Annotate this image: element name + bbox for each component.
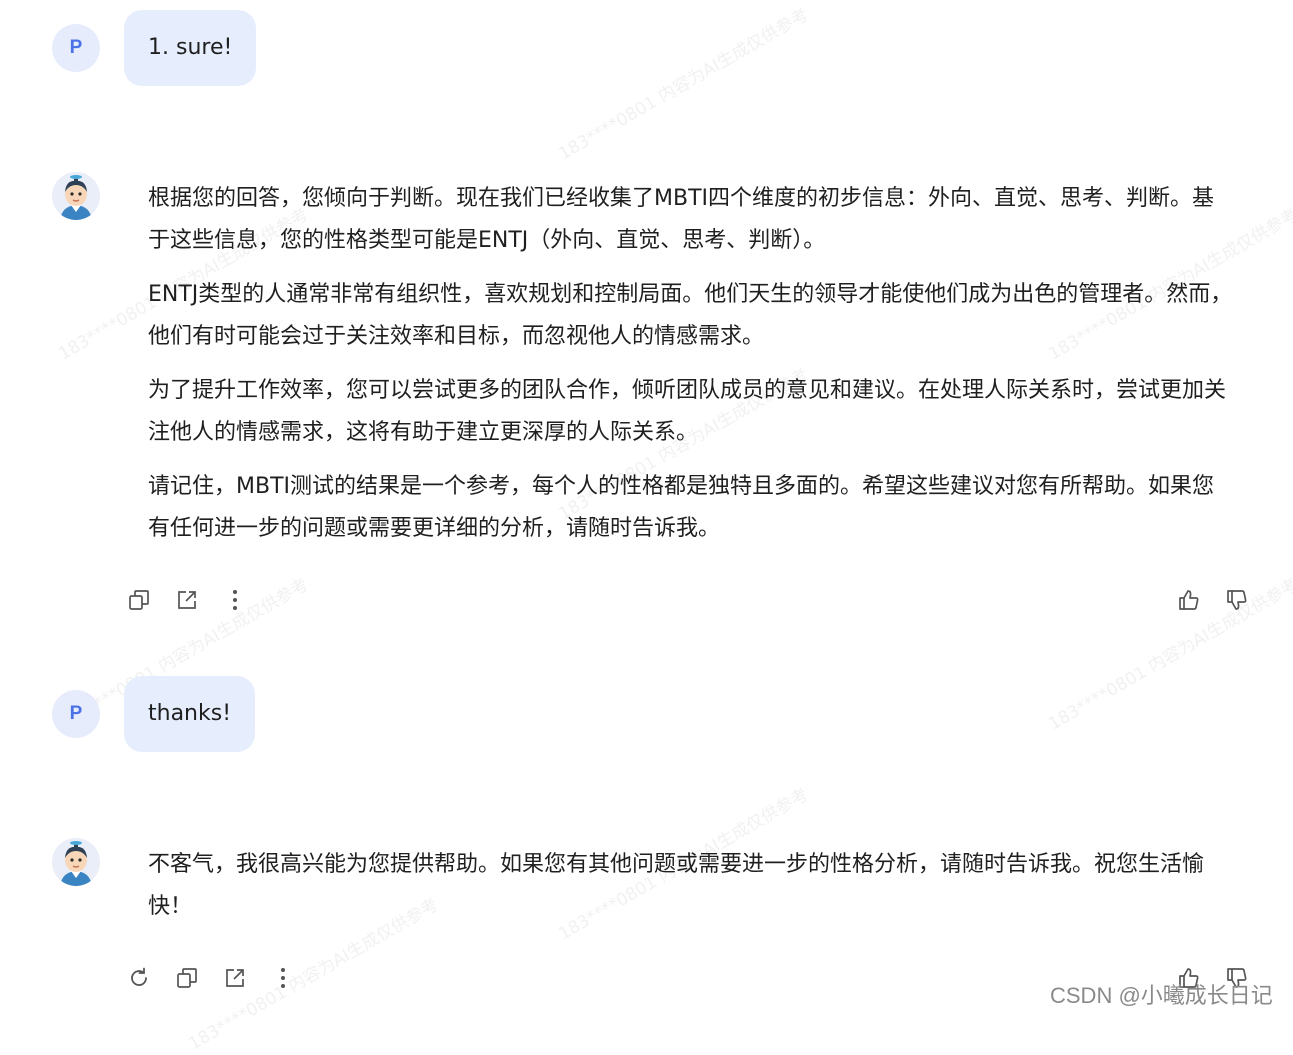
user-avatar: P	[52, 690, 100, 738]
thumbs-down-icon[interactable]	[1222, 585, 1252, 615]
copy-icon[interactable]	[124, 585, 154, 615]
watermark: 183****0801 内容为AI生成仅供参考	[1045, 574, 1293, 735]
csdn-credit: CSDN @小曦成长日记	[1050, 983, 1273, 1008]
more-icon[interactable]	[268, 963, 298, 993]
more-icon[interactable]	[220, 585, 250, 615]
user-message-bubble: 1. sure!	[124, 10, 257, 86]
assistant-paragraph: 为了提升工作效率，您可以尝试更多的团队合作，倾听团队成员的意见和建议。在处理人际…	[148, 378, 1227, 445]
assistant-paragraph: 不客气，我很高兴能为您提供帮助。如果您有其他问题或需要进一步的性格分析，请随时告…	[148, 852, 1205, 919]
watermark: 183****0801 内容为AI生成仅供参考	[555, 4, 812, 165]
share-icon[interactable]	[220, 963, 250, 993]
regenerate-icon[interactable]	[124, 963, 154, 993]
assistant-paragraph: ENTJ类型的人通常非常有组织性，喜欢规划和控制局面。他们天生的领导才能使他们成…	[148, 282, 1233, 349]
thumbs-up-icon[interactable]	[1174, 585, 1204, 615]
share-icon[interactable]	[172, 585, 202, 615]
user-message-bubble: thanks!	[124, 676, 256, 752]
user-avatar: P	[52, 24, 100, 72]
assistant-paragraph: 请记住，MBTI测试的结果是一个参考，每个人的性格都是独特且多面的。希望这些建议…	[148, 474, 1215, 541]
assistant-message: 根据您的回答，您倾向于判断。现在我们已经收集了MBTI四个维度的初步信息：外向、…	[148, 178, 1233, 562]
assistant-avatar	[52, 172, 100, 220]
assistant-paragraph: 根据您的回答，您倾向于判断。现在我们已经收集了MBTI四个维度的初步信息：外向、…	[148, 186, 1215, 253]
assistant-avatar	[52, 838, 100, 886]
copy-icon[interactable]	[172, 963, 202, 993]
assistant-message: 不客气，我很高兴能为您提供帮助。如果您有其他问题或需要进一步的性格分析，请随时告…	[148, 844, 1233, 940]
